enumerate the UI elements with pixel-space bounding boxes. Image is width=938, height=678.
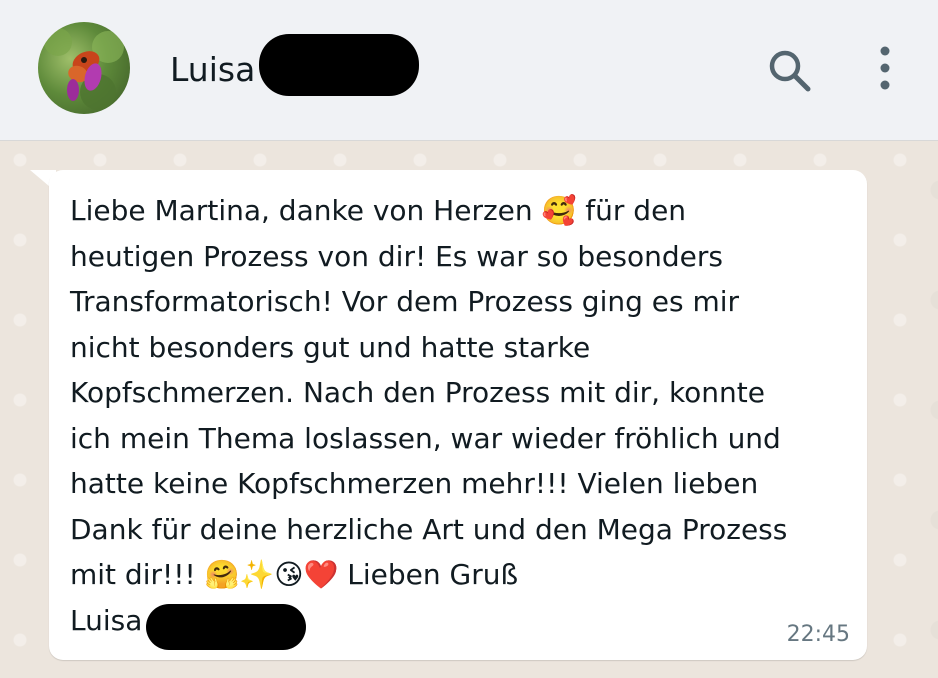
- message-text: Liebe Martina, danke von Herzen 🥰 für de…: [70, 194, 788, 591]
- search-icon: [769, 50, 811, 92]
- message-signature: Luisa: [70, 604, 143, 637]
- butterfly-photo: [44, 28, 124, 110]
- chat-header: Luisa: [0, 0, 938, 141]
- search-button[interactable]: [766, 47, 814, 95]
- more-vertical-icon: [880, 46, 890, 90]
- menu-button[interactable]: [872, 45, 898, 91]
- redacted-surname: [259, 34, 419, 96]
- redacted-signature-surname: [146, 604, 306, 650]
- contact-avatar[interactable]: [38, 22, 130, 114]
- message-time: 22:45: [786, 622, 850, 647]
- contact-name[interactable]: Luisa: [170, 48, 255, 92]
